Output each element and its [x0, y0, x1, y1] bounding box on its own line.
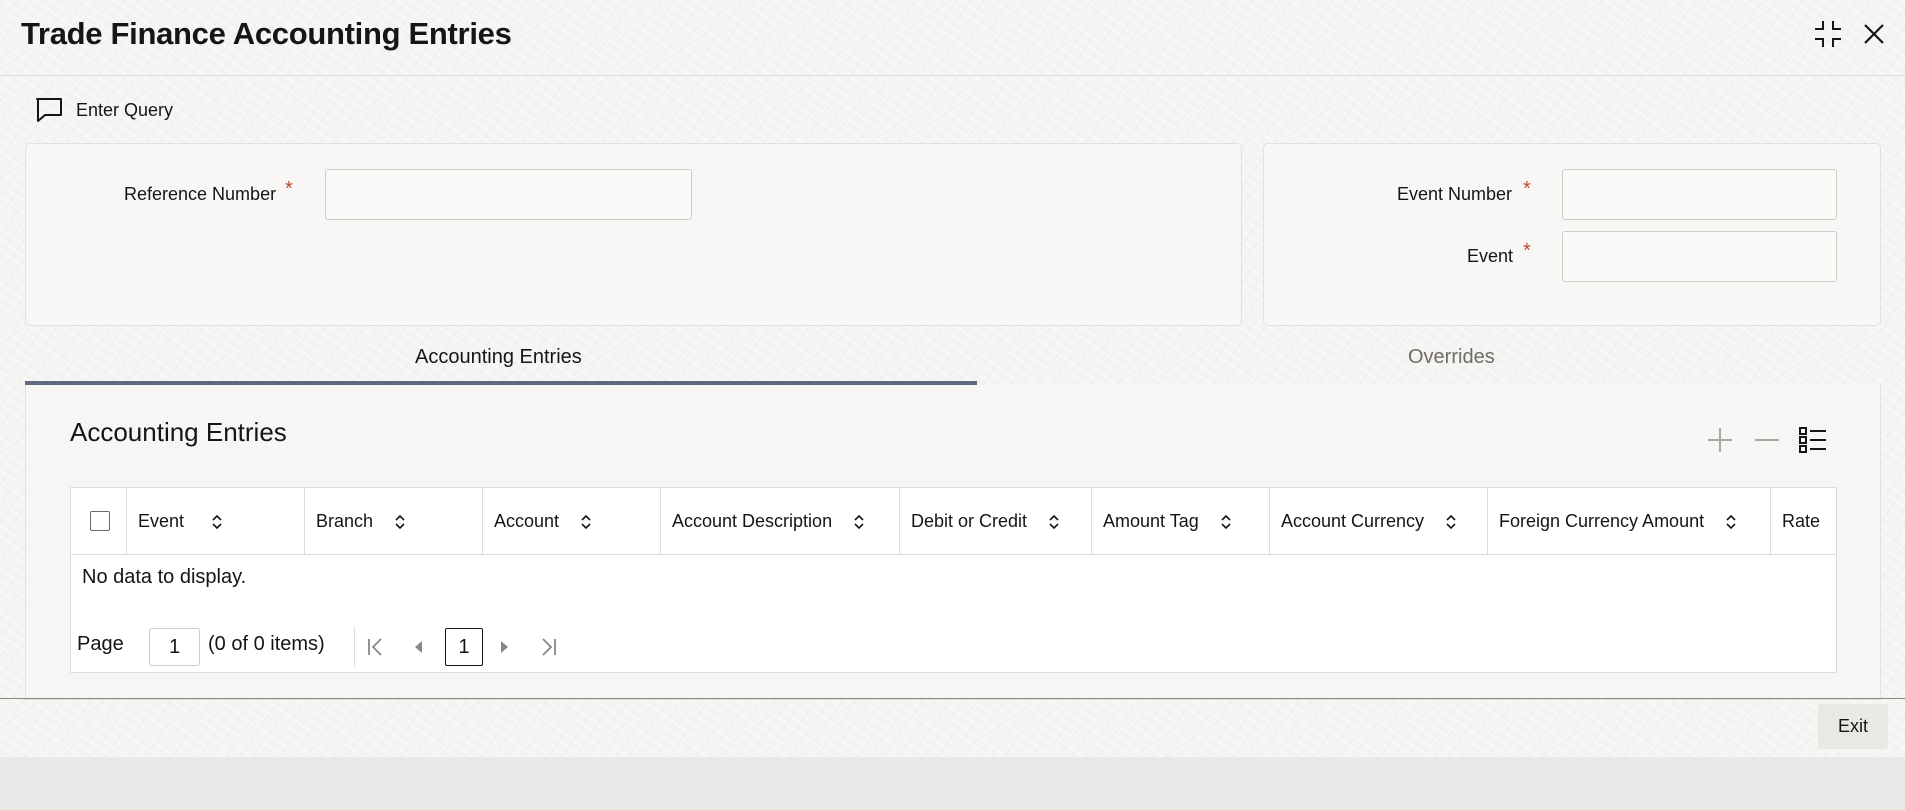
chat-bubble-icon: [36, 98, 62, 122]
column-header-foreign-currency-amount[interactable]: Foreign Currency Amount: [1488, 488, 1771, 555]
close-icon[interactable]: [1858, 18, 1890, 50]
column-header-account-description[interactable]: Account Description: [661, 488, 900, 555]
exit-button[interactable]: Exit: [1818, 704, 1888, 749]
required-marker: *: [1523, 178, 1531, 200]
column-header-label: Debit or Credit: [911, 511, 1028, 531]
tab-accounting-entries[interactable]: Accounting Entries: [415, 346, 582, 369]
next-page-icon[interactable]: [492, 635, 516, 659]
column-header-label: Amount Tag: [1103, 511, 1199, 531]
sort-icon: [854, 514, 864, 529]
column-header-amount-tag[interactable]: Amount Tag: [1092, 488, 1270, 555]
page-label: Page: [77, 633, 124, 655]
sort-icon: [395, 514, 405, 529]
add-row-icon[interactable]: [1705, 425, 1735, 455]
last-page-icon[interactable]: [536, 635, 560, 659]
collapse-icon[interactable]: [1812, 18, 1844, 50]
event-input[interactable]: [1562, 231, 1837, 282]
table-header: Event Branch Account Account Description…: [71, 488, 1836, 555]
column-header-label: Account Currency: [1281, 511, 1425, 531]
accounting-entries-window: Trade Finance Accounting Entries Enter Q…: [0, 0, 1905, 757]
column-header-label: Account Description: [672, 511, 833, 531]
pagination-divider: [354, 627, 355, 667]
enter-query-button[interactable]: Enter Query: [34, 95, 173, 125]
enter-query-label: Enter Query: [76, 99, 174, 120]
event-label: Event: [1467, 246, 1514, 266]
event-number-input[interactable]: [1562, 169, 1837, 220]
column-header-label: Foreign Currency Amount: [1499, 511, 1705, 531]
page-title: Trade Finance Accounting Entries: [21, 16, 512, 51]
footer-divider: [0, 698, 1905, 699]
previous-page-icon[interactable]: [407, 635, 431, 659]
sort-icon: [1446, 514, 1456, 529]
select-all-column: [71, 488, 127, 555]
header-divider: [0, 75, 1905, 76]
pagination: Page (0 of 0 items) 1: [77, 625, 677, 667]
event-number-label: Event Number: [1397, 184, 1513, 204]
column-header-event[interactable]: Event: [127, 488, 305, 555]
tab-overrides[interactable]: Overrides: [1408, 346, 1495, 369]
sort-icon: [1049, 514, 1059, 529]
column-header-rate[interactable]: Rate: [1771, 488, 1838, 555]
column-header-label: Rate: [1782, 511, 1821, 531]
section-title: Accounting Entries: [70, 417, 287, 447]
required-marker: *: [285, 178, 293, 200]
column-header-account-currency[interactable]: Account Currency: [1270, 488, 1488, 555]
column-header-label: Branch: [316, 511, 374, 531]
accounting-entries-table: Event Branch Account Account Description…: [70, 487, 1837, 673]
reference-number-label: Reference Number: [124, 184, 277, 204]
required-marker: *: [1523, 240, 1531, 262]
sort-icon: [1221, 514, 1231, 529]
reference-number-input[interactable]: [325, 169, 692, 220]
column-header-label: Event: [138, 511, 185, 531]
sort-icon: [1726, 514, 1736, 529]
empty-table-message: No data to display.: [82, 566, 247, 588]
column-header-debit-or-credit[interactable]: Debit or Credit: [900, 488, 1092, 555]
first-page-icon[interactable]: [364, 635, 388, 659]
remove-row-icon[interactable]: [1752, 425, 1782, 455]
current-page-button[interactable]: 1: [445, 628, 483, 666]
sort-icon: [581, 514, 591, 529]
column-header-branch[interactable]: Branch: [305, 488, 483, 555]
select-all-checkbox[interactable]: [90, 511, 110, 531]
column-header-account[interactable]: Account: [483, 488, 661, 555]
column-list-icon[interactable]: [1798, 425, 1828, 455]
column-header-label: Account: [494, 511, 560, 531]
items-count: (0 of 0 items): [208, 633, 325, 655]
page-number-input[interactable]: [149, 628, 200, 666]
sort-icon: [212, 514, 222, 529]
